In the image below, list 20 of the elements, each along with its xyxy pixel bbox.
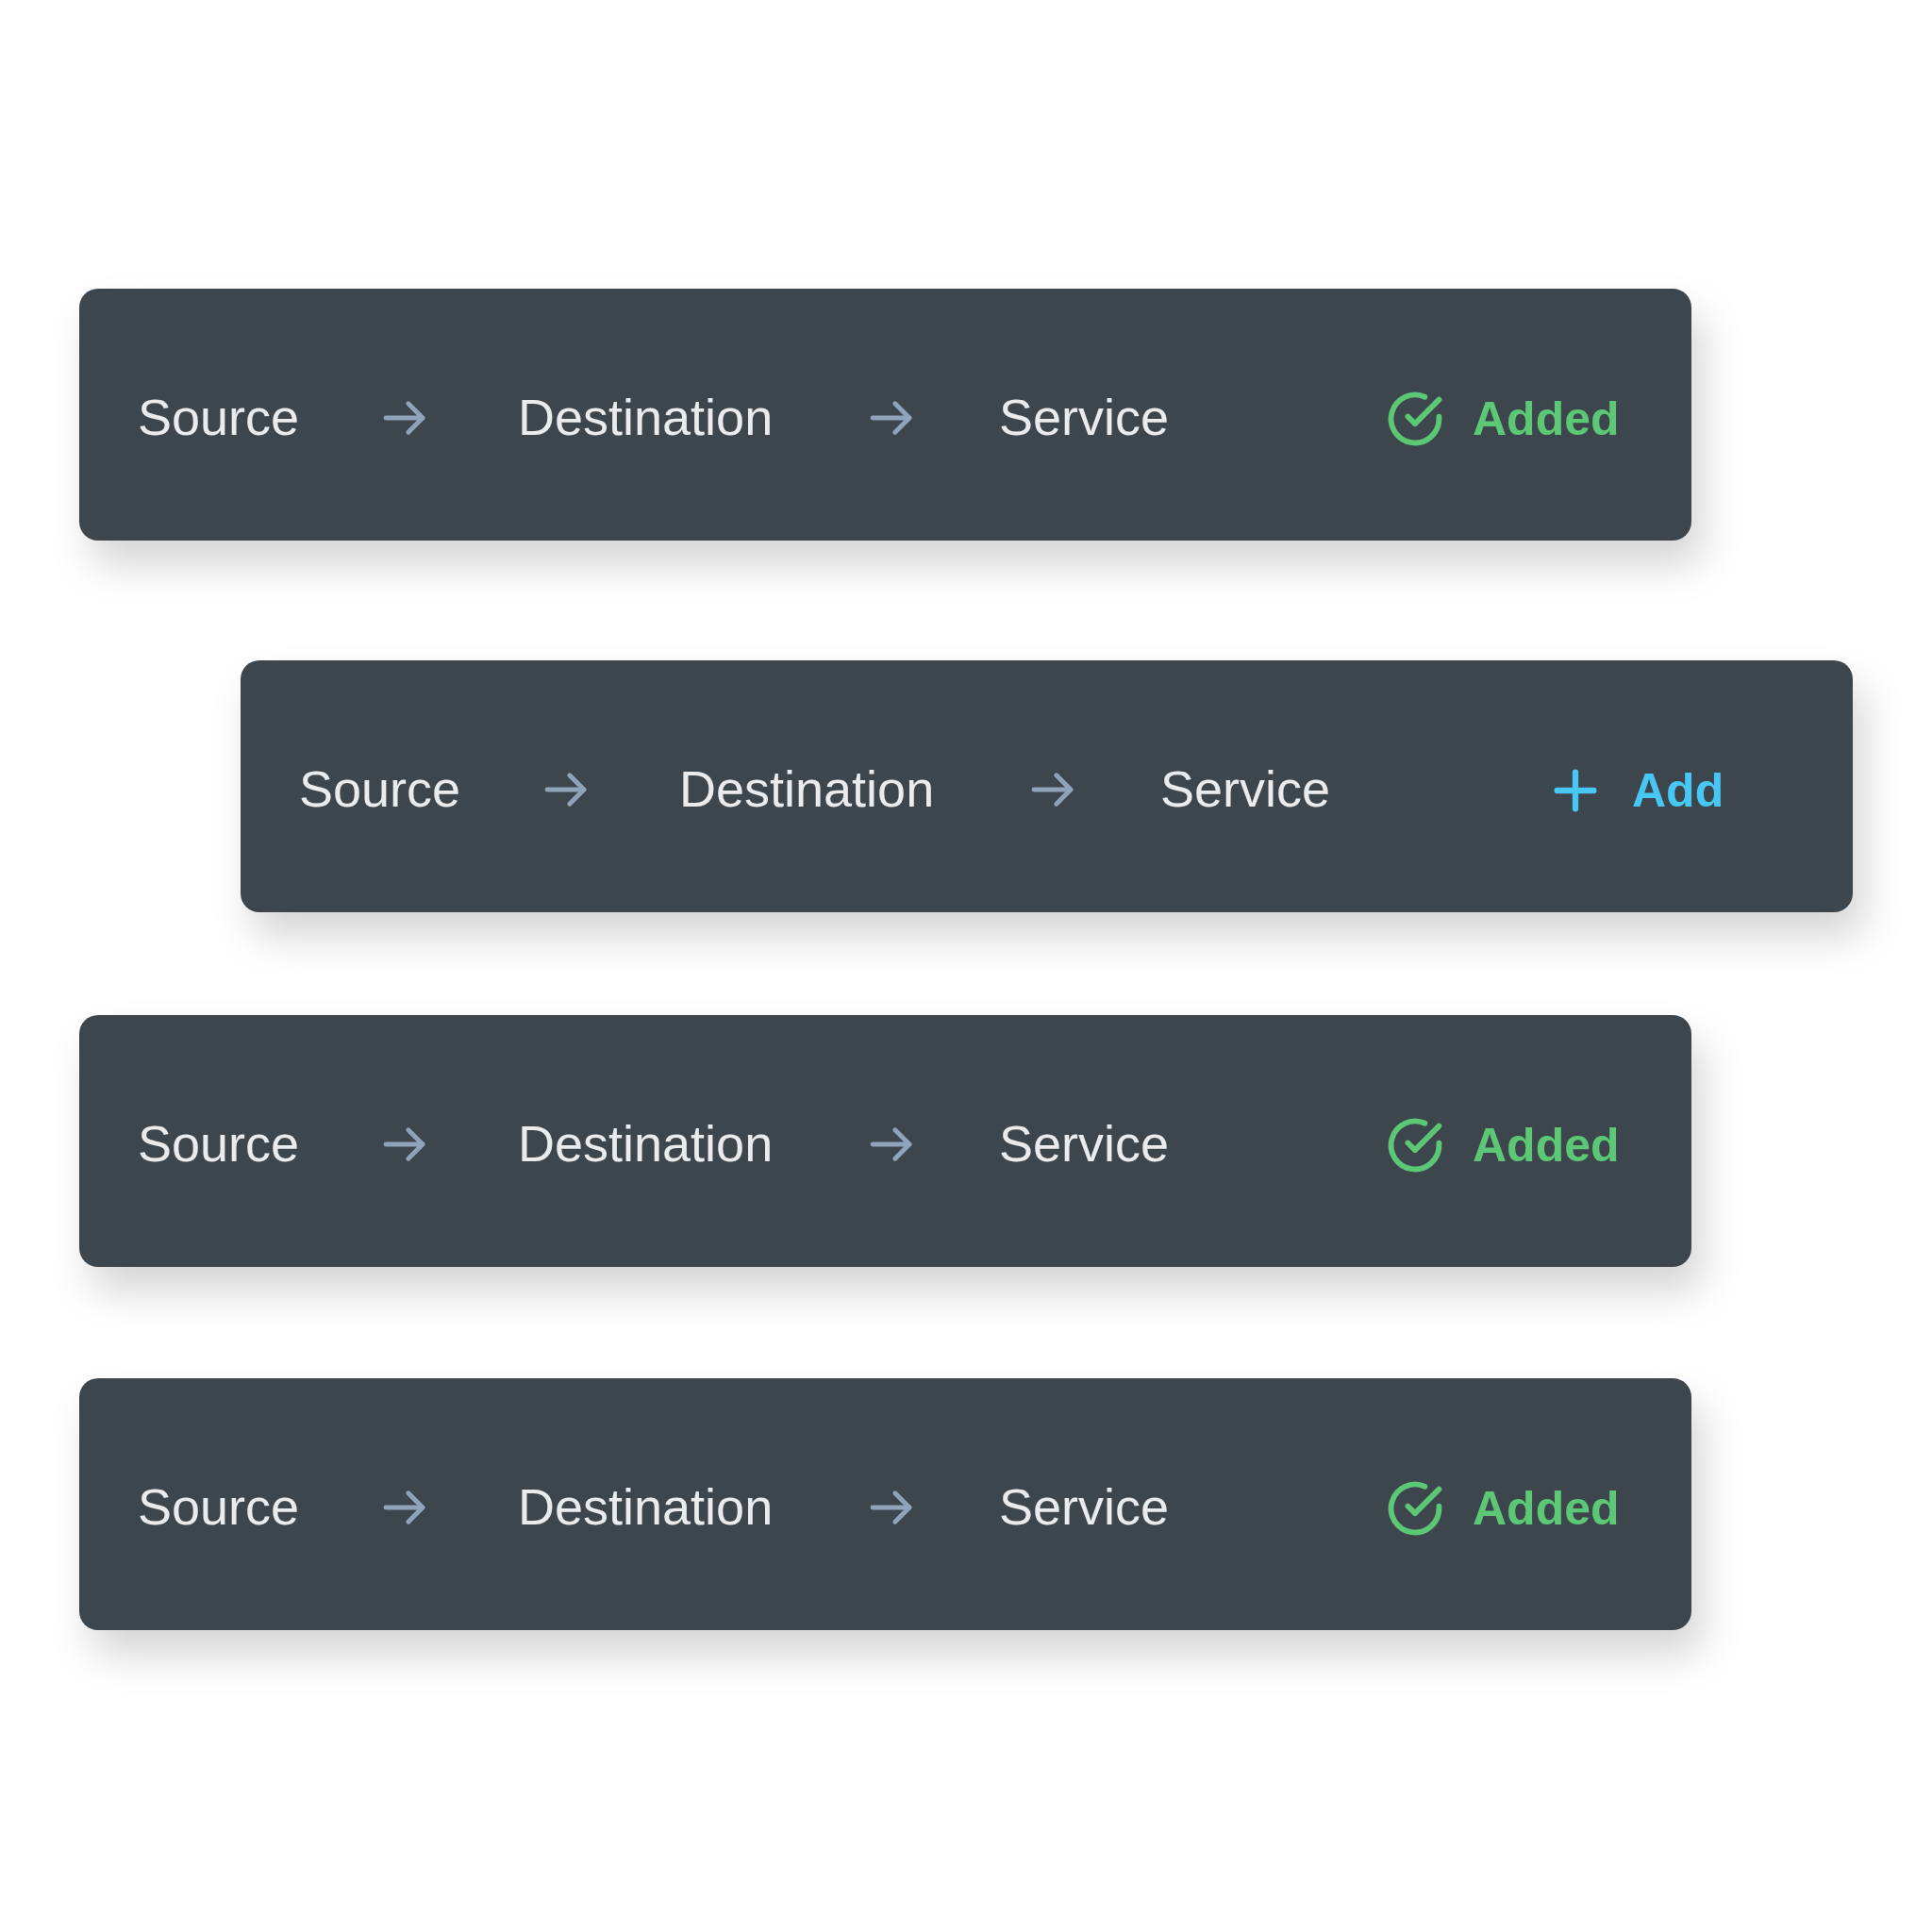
- step-label: Destination: [518, 1477, 774, 1538]
- step-label: Source: [138, 388, 300, 448]
- check-circle-icon: [1388, 1117, 1442, 1173]
- step-label: Service: [1160, 759, 1331, 820]
- added-status: Added: [1473, 1117, 1620, 1174]
- step-label: Service: [999, 388, 1170, 448]
- added-status: Added: [1473, 391, 1620, 447]
- step-label: Service: [999, 1114, 1170, 1174]
- step-label: Destination: [518, 388, 774, 448]
- step-label: Source: [138, 1477, 300, 1538]
- check-circle-icon: [1388, 1480, 1442, 1536]
- added-status: Added: [1473, 1480, 1620, 1537]
- step-label: Source: [138, 1114, 300, 1174]
- step-label: Destination: [518, 1114, 774, 1174]
- step-label: Destination: [679, 759, 935, 820]
- check-circle-icon: [1388, 391, 1442, 446]
- step-label: Service: [999, 1477, 1170, 1538]
- plus-icon: [1554, 768, 1597, 812]
- add-button[interactable]: Add: [1554, 761, 1724, 819]
- step-label: Source: [299, 759, 461, 820]
